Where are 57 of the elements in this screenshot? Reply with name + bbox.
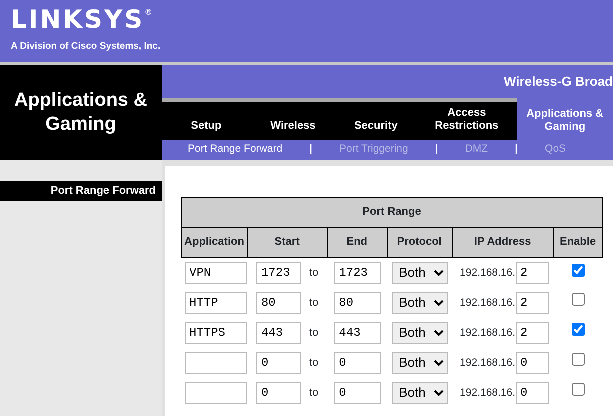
- application-field[interactable]: [184, 382, 246, 404]
- column-header: Protocol: [387, 228, 452, 258]
- application-field[interactable]: HTTPS: [184, 322, 246, 344]
- end-port-field[interactable]: 0: [334, 352, 382, 374]
- enable-checkbox[interactable]: [572, 383, 585, 396]
- end-port-field[interactable]: 443: [334, 322, 382, 344]
- end-port-field[interactable]: 0: [334, 382, 382, 404]
- start-port-field[interactable]: 443: [256, 322, 302, 344]
- ip-prefix: 192.168.16.: [460, 386, 516, 398]
- ip-last-octet-field[interactable]: 2: [516, 292, 549, 314]
- product-name: Wireless-G Broad: [504, 72, 613, 91]
- protocol-select[interactable]: Both: [392, 322, 448, 344]
- column-header: IP Address: [452, 228, 554, 258]
- ip-prefix: 192.168.16.: [460, 266, 516, 279]
- logo-wordmark: LINKSYS$^{®}$: [11, 7, 154, 33]
- end-port-field[interactable]: 80: [334, 292, 382, 314]
- protocol-select[interactable]: Both: [392, 382, 448, 404]
- enable-checkbox[interactable]: [572, 264, 585, 276]
- start-port-field[interactable]: 0: [256, 352, 302, 374]
- ip-last-octet-field[interactable]: 0: [516, 352, 549, 374]
- end-port-field[interactable]: 1723: [334, 262, 382, 284]
- column-header: Start: [247, 228, 328, 258]
- ip-last-octet-field[interactable]: 0: [516, 382, 549, 404]
- ip-prefix: 192.168.16.: [460, 326, 516, 338]
- column-header: Enable: [554, 228, 602, 258]
- protocol-select[interactable]: Both: [392, 262, 448, 284]
- ip-prefix: 192.168.16.: [460, 296, 516, 308]
- protocol-select[interactable]: Both: [392, 352, 448, 374]
- to-label: to: [309, 386, 319, 398]
- application-field[interactable]: HTTP: [184, 292, 246, 314]
- start-port-field[interactable]: 1723: [256, 262, 302, 284]
- logo-tagline: A Division of Cisco Systems, Inc.: [11, 41, 161, 53]
- nav-tab[interactable]: Applications & Gaming: [517, 98, 613, 140]
- enable-checkbox[interactable]: [572, 353, 585, 366]
- start-port-field[interactable]: 80: [256, 292, 302, 314]
- enable-checkbox[interactable]: [572, 323, 585, 336]
- to-label: to: [309, 296, 319, 308]
- start-port-field[interactable]: 0: [256, 382, 302, 404]
- protocol-select[interactable]: Both: [392, 292, 448, 314]
- separator: |: [310, 142, 312, 158]
- to-label: to: [309, 266, 319, 279]
- ip-prefix: 192.168.16.: [460, 356, 516, 368]
- sub-tab[interactable]: Port Range Forward: [188, 142, 283, 158]
- application-field[interactable]: [184, 352, 246, 374]
- separator: |: [515, 142, 518, 158]
- table-title: Port Range: [182, 198, 602, 228]
- to-label: to: [309, 356, 319, 368]
- section-title: Applications & Gaming: [0, 65, 162, 160]
- column-header: Application: [182, 228, 248, 258]
- column-header: End: [327, 228, 388, 258]
- enable-checkbox[interactable]: [572, 293, 585, 306]
- sidebar-label: Port Range Forward: [0, 181, 162, 201]
- application-field[interactable]: VPN: [184, 262, 246, 284]
- ip-last-octet-field[interactable]: 2: [516, 322, 549, 344]
- separator: |: [435, 142, 438, 158]
- to-label: to: [309, 326, 319, 338]
- ip-last-octet-field[interactable]: 2: [516, 262, 549, 284]
